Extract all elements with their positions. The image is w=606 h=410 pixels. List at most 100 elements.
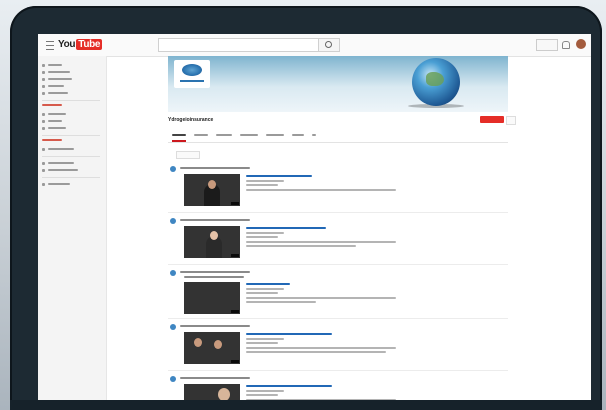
sidebar-icon [42, 182, 45, 186]
sidebar-heading [42, 139, 62, 141]
feed-item [168, 164, 508, 214]
video-description [246, 347, 396, 349]
activity-subheader [184, 276, 244, 278]
sidebar-icon [42, 112, 45, 116]
channel-tabs [168, 130, 508, 143]
globe-image [412, 58, 460, 106]
sidebar-divider [42, 177, 100, 178]
channel-avatar[interactable] [170, 324, 176, 330]
video-duration [231, 254, 239, 257]
video-title[interactable] [246, 385, 332, 387]
video-meta [246, 236, 278, 238]
channel-avatar[interactable] [170, 376, 176, 382]
sidebar-item-8[interactable] [42, 125, 66, 131]
tab-4[interactable] [240, 134, 258, 136]
search-button[interactable] [318, 38, 340, 52]
video-title[interactable] [246, 175, 312, 177]
sidebar-item-9[interactable] [42, 146, 74, 152]
feed-divider [168, 264, 508, 265]
video-thumbnail[interactable] [184, 282, 240, 314]
channel-title: Ydrogeioinsurance [168, 117, 214, 123]
video-meta [246, 394, 278, 396]
sidebar-icon [42, 168, 45, 172]
video-description [246, 189, 396, 191]
logo-you: You [58, 39, 76, 50]
sidebar-item-12[interactable] [42, 181, 70, 187]
channel-avatar[interactable] [170, 218, 176, 224]
menu-icon[interactable] [46, 41, 54, 50]
youtube-logo[interactable]: You Tube [58, 39, 103, 50]
sidebar-item-10[interactable] [42, 160, 74, 166]
tab-5[interactable] [266, 134, 284, 136]
sidebar-icon [42, 70, 45, 74]
feed-filter-dropdown[interactable] [176, 151, 200, 159]
channel-banner [168, 56, 508, 112]
activity-header [180, 271, 250, 273]
sidebar-item-6[interactable] [42, 111, 66, 117]
sidebar-item-4[interactable] [42, 83, 64, 89]
video-duration [231, 360, 239, 363]
subscribe-button[interactable] [480, 116, 504, 123]
search-input[interactable] [158, 38, 320, 52]
tab-6[interactable] [292, 134, 304, 136]
tab-1[interactable] [172, 134, 186, 136]
video-duration [231, 310, 239, 313]
channel-avatar[interactable] [170, 166, 176, 172]
thumb-face [208, 180, 216, 189]
thumb-face [214, 340, 222, 349]
browser-screen: You Tube Ydrogeioinsurance [38, 34, 591, 408]
video-thumbnail[interactable] [184, 332, 240, 364]
logo-wordmark [180, 80, 204, 82]
sidebar-item-5[interactable] [42, 90, 68, 96]
sidebar-item-1[interactable] [42, 62, 62, 68]
video-meta [246, 232, 284, 234]
video-description [246, 301, 316, 303]
upload-button[interactable] [536, 39, 558, 51]
activity-header [180, 325, 250, 327]
sidebar-item-3[interactable] [42, 76, 72, 82]
active-tab-indicator [172, 140, 186, 142]
sidebar-item-2[interactable] [42, 69, 70, 75]
top-bar: You Tube [38, 34, 591, 57]
tab-2[interactable] [194, 134, 208, 136]
sidebar-icon [42, 77, 45, 81]
feed-divider [168, 370, 508, 371]
tab-3[interactable] [216, 134, 232, 136]
video-title[interactable] [246, 333, 332, 335]
feed-divider [168, 318, 508, 319]
avatar[interactable] [576, 39, 586, 49]
video-duration [231, 202, 239, 205]
sidebar-icon [42, 119, 45, 123]
video-title[interactable] [246, 283, 290, 285]
video-description [246, 297, 396, 299]
globe-land [426, 72, 444, 86]
video-thumbnail[interactable] [184, 226, 240, 258]
laptop-bottom-edge [10, 400, 602, 410]
video-description [246, 245, 356, 247]
sidebar-divider [42, 135, 100, 136]
video-thumbnail[interactable] [184, 174, 240, 206]
video-meta [246, 292, 278, 294]
channel-avatar[interactable] [170, 270, 176, 276]
sidebar-item-11[interactable] [42, 167, 78, 173]
video-meta [246, 180, 284, 182]
sidebar-item-7[interactable] [42, 118, 62, 124]
activity-header [180, 219, 250, 221]
video-meta [246, 390, 284, 392]
activity-header [180, 377, 250, 379]
sidebar-divider [42, 100, 100, 101]
channel-logo[interactable] [174, 60, 210, 88]
sidebar [38, 56, 107, 408]
video-title[interactable] [246, 227, 326, 229]
video-description [246, 351, 386, 353]
tab-search-icon[interactable] [312, 134, 316, 136]
video-description [246, 241, 396, 243]
feed-divider [168, 212, 508, 213]
activity-header [180, 167, 250, 169]
logo-tube: Tube [76, 39, 103, 50]
bell-icon[interactable] [562, 41, 570, 49]
sidebar-icon [42, 84, 45, 88]
thumb-face [194, 338, 202, 347]
feed-item [168, 322, 508, 372]
sidebar-icon [42, 126, 45, 130]
